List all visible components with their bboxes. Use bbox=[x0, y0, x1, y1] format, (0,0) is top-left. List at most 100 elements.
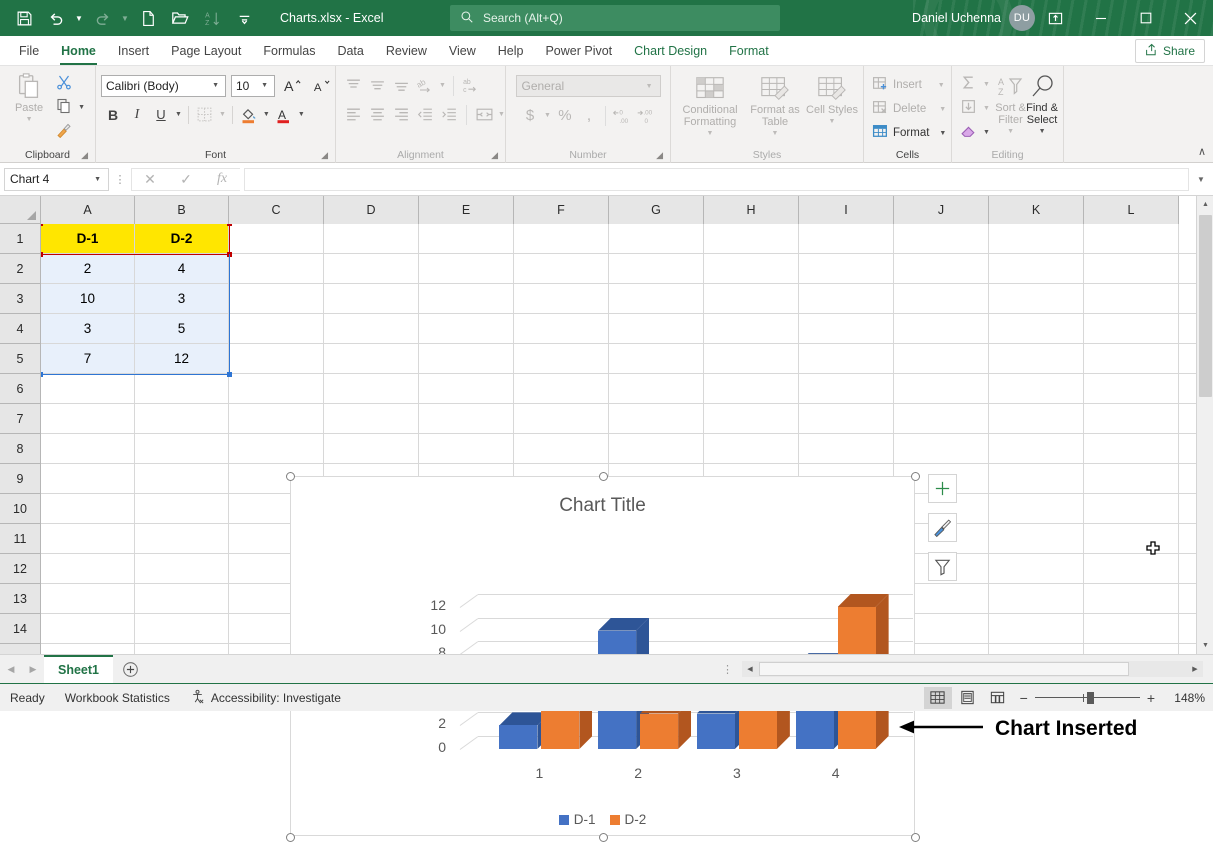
name-box[interactable]: Chart 4 ▼ bbox=[4, 168, 109, 191]
cell-a4[interactable]: 3 bbox=[41, 314, 135, 344]
new-icon[interactable] bbox=[132, 4, 164, 32]
previous-sheet-icon[interactable]: ◀ bbox=[0, 656, 22, 682]
account-area[interactable]: Daniel Uchenna DU bbox=[912, 0, 1035, 36]
horizontal-scroll-track[interactable] bbox=[758, 661, 1187, 677]
delete-dropdown-icon[interactable]: ▼ bbox=[937, 106, 948, 113]
column-header-i[interactable]: I bbox=[799, 196, 894, 224]
normal-view-button[interactable] bbox=[924, 687, 952, 709]
row-header-10[interactable]: 10 bbox=[0, 494, 41, 524]
vertical-scrollbar[interactable]: ▲ ▼ bbox=[1196, 196, 1213, 654]
undo-icon[interactable] bbox=[40, 4, 72, 32]
chart-handle-tc[interactable] bbox=[599, 472, 608, 481]
row-header-8[interactable]: 8 bbox=[0, 434, 41, 464]
undo-dropdown-icon[interactable]: ▼ bbox=[72, 4, 86, 32]
row-header-5[interactable]: 5 bbox=[0, 344, 41, 374]
cell-b3[interactable]: 3 bbox=[135, 284, 229, 314]
column-header-d[interactable]: D bbox=[324, 196, 419, 224]
tab-power-pivot[interactable]: Power Pivot bbox=[534, 37, 623, 65]
row-header-6[interactable]: 6 bbox=[0, 374, 41, 404]
format-as-table-button[interactable]: Format as Table ▼ bbox=[744, 71, 806, 140]
cut-button[interactable] bbox=[53, 71, 90, 95]
find-and-select-button[interactable]: Find & Select ▼ bbox=[1026, 72, 1058, 138]
zoom-thumb[interactable] bbox=[1087, 692, 1094, 704]
font-color-dropdown-icon[interactable]: ▼ bbox=[296, 111, 307, 118]
find-select-dropdown-icon[interactable]: ▼ bbox=[1037, 126, 1048, 138]
chart-filters-button[interactable] bbox=[928, 552, 957, 581]
scroll-down-icon[interactable]: ▼ bbox=[1197, 637, 1213, 654]
tab-page-layout[interactable]: Page Layout bbox=[160, 37, 252, 65]
close-icon[interactable] bbox=[1168, 0, 1213, 36]
workbook-statistics-button[interactable]: Workbook Statistics bbox=[55, 691, 180, 705]
insert-function-icon[interactable]: fx bbox=[204, 169, 240, 190]
insert-dropdown-icon[interactable]: ▼ bbox=[936, 82, 947, 89]
accessibility-button[interactable]: Accessibility: Investigate bbox=[180, 689, 351, 707]
page-break-view-button[interactable] bbox=[984, 687, 1012, 709]
column-header-l[interactable]: L bbox=[1084, 196, 1179, 224]
chart-elements-button[interactable] bbox=[928, 474, 957, 503]
chart-handle-tl[interactable] bbox=[286, 472, 295, 481]
zoom-in-button[interactable]: + bbox=[1147, 690, 1155, 706]
chart-legend[interactable]: D-1 D-2 bbox=[291, 812, 914, 827]
tab-view[interactable]: View bbox=[438, 37, 487, 65]
open-icon[interactable] bbox=[164, 4, 196, 32]
row-header-14[interactable]: 14 bbox=[0, 614, 41, 644]
chart-plot-area[interactable]: 0246810121234 bbox=[291, 517, 914, 772]
insert-cells-button[interactable]: Insert ▼ bbox=[869, 73, 950, 97]
fill-color-icon[interactable] bbox=[237, 103, 261, 126]
underline-dropdown-icon[interactable]: ▼ bbox=[173, 111, 184, 118]
enter-formula-icon[interactable]: ✓ bbox=[168, 169, 204, 190]
number-format-select[interactable]: General ▼ bbox=[516, 75, 661, 97]
tab-home[interactable]: Home bbox=[50, 37, 107, 65]
clear-button[interactable]: ▼ bbox=[957, 120, 995, 144]
add-sheet-button[interactable] bbox=[113, 656, 147, 682]
font-dialog-launcher-icon[interactable]: ◢ bbox=[321, 148, 328, 162]
search-input[interactable]: Search (Alt+Q) bbox=[450, 5, 780, 31]
column-header-a[interactable]: A bbox=[41, 196, 135, 224]
column-header-c[interactable]: C bbox=[229, 196, 324, 224]
sort-filter-dropdown-icon[interactable]: ▼ bbox=[1005, 126, 1016, 138]
paste-dropdown-icon[interactable]: ▼ bbox=[24, 114, 35, 126]
row-header-7[interactable]: 7 bbox=[0, 404, 41, 434]
chart-handle-bl[interactable] bbox=[286, 833, 295, 842]
expand-formula-bar-icon[interactable]: ▼ bbox=[1193, 175, 1209, 184]
row-header-1[interactable]: 1 bbox=[0, 224, 41, 254]
zoom-out-button[interactable]: − bbox=[1020, 690, 1028, 706]
minimize-icon[interactable] bbox=[1078, 0, 1123, 36]
next-sheet-icon[interactable]: ▶ bbox=[22, 656, 44, 682]
font-name-select[interactable]: Calibri (Body) ▼ bbox=[101, 75, 226, 97]
chart-title[interactable]: Chart Title bbox=[291, 477, 914, 517]
decrease-font-size-icon[interactable]: A bbox=[309, 74, 333, 97]
zoom-slider[interactable]: − + bbox=[1014, 690, 1161, 706]
column-header-f[interactable]: F bbox=[514, 196, 609, 224]
conditional-formatting-button[interactable]: Conditional Formatting ▼ bbox=[676, 71, 744, 140]
cancel-formula-icon[interactable]: ✕ bbox=[132, 169, 168, 190]
cell-b5[interactable]: 12 bbox=[135, 344, 229, 374]
row-header-2[interactable]: 2 bbox=[0, 254, 41, 284]
chart-handle-bc[interactable] bbox=[599, 833, 608, 842]
chart-styles-button[interactable] bbox=[928, 513, 957, 542]
autosum-button[interactable]: ▼ bbox=[957, 72, 995, 96]
scroll-right-icon[interactable]: ▶ bbox=[1187, 661, 1203, 677]
column-header-h[interactable]: H bbox=[704, 196, 799, 224]
scroll-left-icon[interactable]: ◀ bbox=[742, 661, 758, 677]
cell-b1[interactable]: D-2 bbox=[135, 224, 229, 254]
cell-a5[interactable]: 7 bbox=[41, 344, 135, 374]
paste-button[interactable]: Paste ▼ bbox=[5, 69, 53, 126]
column-header-k[interactable]: K bbox=[989, 196, 1084, 224]
column-header-e[interactable]: E bbox=[419, 196, 514, 224]
cell-a1[interactable]: D-1 bbox=[41, 224, 135, 254]
number-dialog-launcher-icon[interactable]: ◢ bbox=[656, 148, 663, 162]
vertical-scroll-thumb[interactable] bbox=[1199, 215, 1212, 397]
cell-b4[interactable]: 5 bbox=[135, 314, 229, 344]
clipboard-dialog-launcher-icon[interactable]: ◢ bbox=[81, 148, 88, 162]
underline-button[interactable]: U bbox=[149, 103, 173, 126]
conditional-formatting-dropdown-icon[interactable]: ▼ bbox=[705, 128, 716, 140]
italic-button[interactable]: I bbox=[125, 103, 149, 126]
zoom-level[interactable]: 148% bbox=[1163, 691, 1205, 705]
avatar[interactable]: DU bbox=[1009, 5, 1035, 31]
scroll-up-icon[interactable]: ▲ bbox=[1197, 196, 1213, 213]
tab-review[interactable]: Review bbox=[375, 37, 438, 65]
cell-b2[interactable]: 4 bbox=[135, 254, 229, 284]
formula-bar-drag-handle[interactable]: ⋮ bbox=[113, 173, 127, 186]
sort-and-filter-button[interactable]: AZ Sort & Filter ▼ bbox=[995, 72, 1026, 138]
